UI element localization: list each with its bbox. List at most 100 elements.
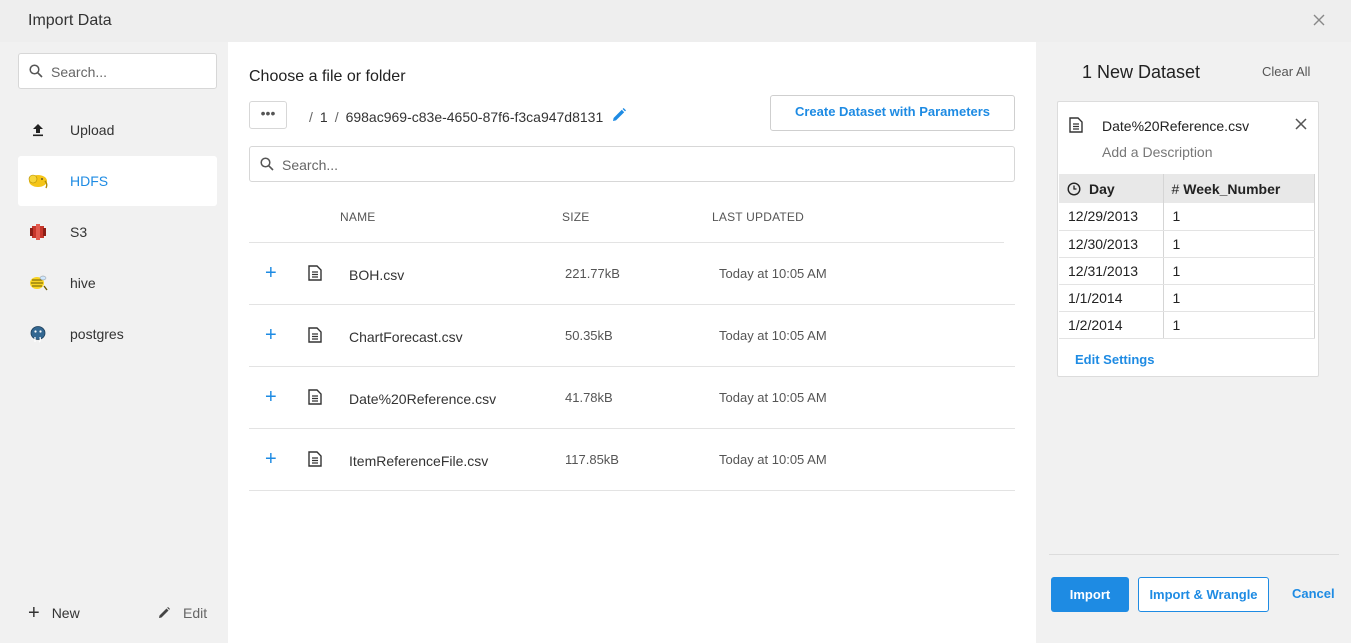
file-icon	[308, 327, 322, 348]
sidebar-item-postgres[interactable]: postgres	[18, 309, 217, 359]
dialog-title: Import Data	[28, 12, 112, 29]
pencil-icon	[159, 607, 170, 618]
footer-divider	[1049, 554, 1339, 555]
preview-row: 12/30/2013 1	[1059, 230, 1315, 258]
breadcrumb: / 1 / 698ac969-c83e-4650-87f6-f3ca947d81…	[302, 107, 627, 126]
browser-heading: Choose a file or folder	[249, 68, 406, 85]
file-name: Date%20Reference.csv	[349, 391, 497, 407]
column-header-size[interactable]: SIZE	[562, 210, 589, 224]
connection-sidebar: Upload HDFS S3 hive postgres	[0, 42, 228, 643]
file-icon	[308, 265, 322, 286]
s3-bucket-icon	[18, 223, 58, 241]
preview-cell: 1	[1163, 230, 1315, 258]
preview-cell: 1	[1163, 257, 1315, 285]
search-icon	[29, 64, 43, 78]
file-size: 117.85kB	[565, 452, 619, 467]
sidebar-item-label: S3	[70, 224, 88, 240]
add-file-icon[interactable]: +	[265, 449, 277, 469]
new-connection-button[interactable]: + New	[28, 602, 80, 624]
file-icon	[308, 389, 322, 410]
sidebar-search-input[interactable]	[51, 61, 206, 83]
file-icon	[1069, 117, 1083, 138]
upload-icon	[18, 123, 58, 137]
preview-column-header: Day	[1059, 174, 1164, 203]
file-row[interactable]: + Date%20Reference.csv 41.78kB Today at …	[249, 367, 1015, 429]
close-icon[interactable]	[1309, 10, 1329, 30]
file-name: ItemReferenceFile.csv	[349, 453, 489, 469]
search-icon	[260, 157, 274, 171]
dataset-card: Date%20Reference.csv Add a Description D…	[1057, 101, 1319, 377]
sidebar-item-s3[interactable]: S3	[18, 207, 217, 257]
preview-cell: 1	[1163, 311, 1315, 339]
dataset-description-field[interactable]: Add a Description	[1102, 144, 1213, 160]
sidebar-item-label: hive	[70, 275, 96, 291]
import-data-dialog: Import Data Upload HDFS S3	[0, 0, 1351, 643]
column-header-name[interactable]: NAME	[340, 210, 375, 224]
dataset-file-name: Date%20Reference.csv	[1102, 118, 1250, 134]
file-search-input[interactable]	[282, 154, 982, 176]
edit-label: Edit	[183, 605, 208, 621]
column-name: Week_Number	[1183, 180, 1281, 197]
hive-bee-icon	[18, 274, 58, 292]
file-size: 50.35kB	[565, 328, 613, 343]
column-header-last-updated[interactable]: LAST UPDATED	[712, 210, 804, 224]
preview-cell: 12/30/2013	[1059, 230, 1164, 258]
file-updated: Today at 10:05 AM	[719, 266, 827, 281]
new-dataset-panel: 1 New Dataset Clear All Date%20Reference…	[1036, 42, 1351, 643]
more-path-button[interactable]: •••	[249, 101, 287, 129]
create-dataset-with-parameters-button[interactable]: Create Dataset with Parameters	[770, 95, 1015, 131]
file-name: ChartForecast.csv	[349, 329, 463, 345]
preview-row: 1/2/2014 1	[1059, 311, 1315, 339]
sidebar-item-label: postgres	[70, 326, 124, 342]
file-updated: Today at 10:05 AM	[719, 452, 827, 467]
file-name: BOH.csv	[349, 267, 405, 283]
import-and-wrangle-button[interactable]: Import & Wrangle	[1138, 577, 1269, 612]
clear-all-button[interactable]: Clear All	[1262, 64, 1310, 79]
preview-row: 1/1/2014 1	[1059, 284, 1315, 312]
add-file-icon[interactable]: +	[265, 325, 277, 345]
remove-dataset-icon[interactable]	[1292, 115, 1310, 138]
edit-connections-button[interactable]: Edit	[157, 605, 207, 621]
file-search[interactable]	[249, 146, 1015, 182]
new-label: New	[51, 605, 80, 621]
file-row[interactable]: + ItemReferenceFile.csv 117.85kB Today a…	[249, 429, 1015, 491]
edit-path-icon[interactable]	[611, 107, 627, 126]
breadcrumb-segment[interactable]: 1	[320, 109, 328, 125]
preview-cell: 1/2/2014	[1059, 311, 1164, 339]
preview-header-row: Day # Week_Number	[1059, 174, 1315, 203]
dataset-preview-table: Day # Week_Number 12/29/2013 1 12/30/2013 1…	[1059, 174, 1315, 339]
file-browser: Choose a file or folder ••• / 1 / 698ac9…	[228, 42, 1036, 643]
file-row[interactable]: + BOH.csv 221.77kB Today at 10:05 AM	[249, 243, 1015, 305]
preview-cell: 1	[1163, 284, 1315, 312]
breadcrumb-separator: /	[309, 108, 313, 125]
add-file-icon[interactable]: +	[265, 263, 277, 283]
preview-cell: 12/29/2013	[1059, 203, 1164, 231]
preview-column-header: # Week_Number	[1163, 174, 1315, 203]
clock-icon	[1067, 181, 1081, 196]
column-name: Day	[1089, 180, 1115, 197]
breadcrumb-segment[interactable]: 698ac969-c83e-4650-87f6-f3ca947d8131	[346, 109, 604, 125]
preview-cell: 1	[1163, 203, 1315, 231]
sidebar-item-hive[interactable]: hive	[18, 258, 217, 308]
file-size: 41.78kB	[565, 390, 613, 405]
cancel-button[interactable]: Cancel	[1292, 586, 1335, 601]
postgres-elephant-icon	[18, 325, 58, 343]
preview-row: 12/31/2013 1	[1059, 257, 1315, 285]
new-dataset-title: 1 New Dataset	[1082, 62, 1201, 82]
hadoop-elephant-icon	[18, 172, 58, 190]
add-file-icon[interactable]: +	[265, 387, 277, 407]
file-updated: Today at 10:05 AM	[719, 390, 827, 405]
sidebar-item-upload[interactable]: Upload	[18, 105, 217, 155]
preview-cell: 1/1/2014	[1059, 284, 1164, 312]
title-bar: Import Data	[0, 0, 1351, 42]
import-button[interactable]: Import	[1051, 577, 1129, 612]
plus-icon: +	[28, 602, 40, 624]
sidebar-item-hdfs[interactable]: HDFS	[18, 156, 217, 206]
file-updated: Today at 10:05 AM	[719, 328, 827, 343]
preview-row: 12/29/2013 1	[1059, 203, 1315, 231]
file-row[interactable]: + ChartForecast.csv 50.35kB Today at 10:…	[249, 305, 1015, 367]
edit-settings-link[interactable]: Edit Settings	[1075, 352, 1154, 367]
sidebar-item-label: Upload	[70, 122, 115, 138]
breadcrumb-separator: /	[334, 108, 339, 125]
sidebar-search[interactable]	[18, 53, 217, 89]
